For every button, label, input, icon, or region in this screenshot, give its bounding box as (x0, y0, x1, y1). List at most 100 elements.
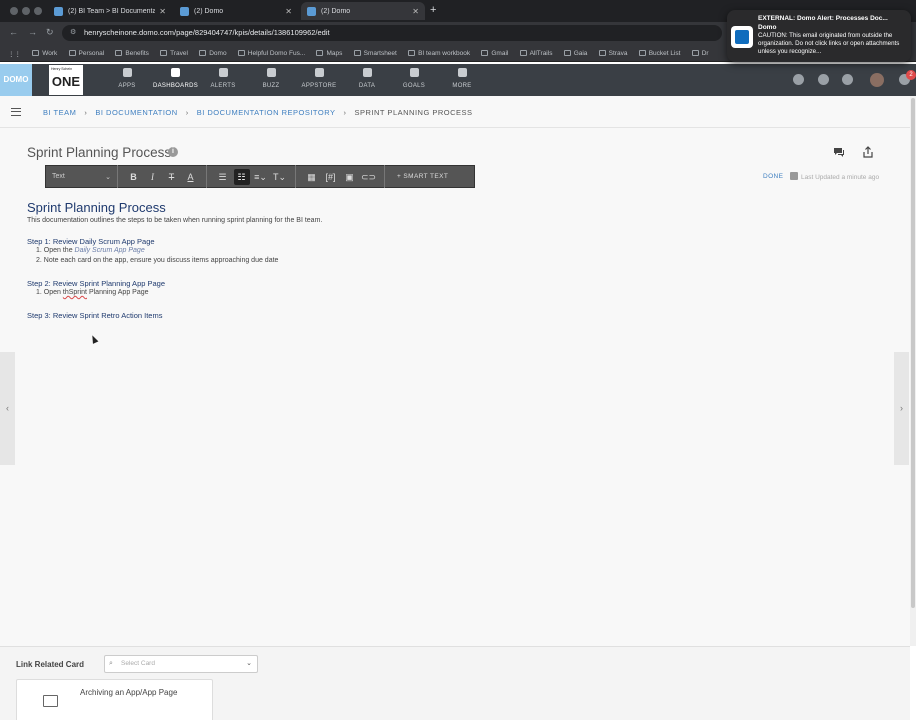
alltrails-icon (519, 50, 527, 56)
bookmark-item[interactable]: Maps (316, 44, 342, 61)
bookmark-item[interactable]: Helpful Domo Fus... (237, 44, 305, 61)
one-logo[interactable]: Henry Schein ONE (49, 65, 83, 95)
bookmark-item[interactable]: Smartsheet (353, 44, 397, 61)
bold-icon[interactable]: B (126, 169, 142, 185)
bulleted-list-icon[interactable]: ☰ (215, 169, 231, 185)
italic-icon[interactable]: I (145, 169, 161, 185)
bookmark-item[interactable]: Personal (68, 44, 104, 61)
chevron-down-icon: ⌄ (246, 660, 252, 667)
share-icon[interactable] (862, 146, 874, 158)
bookmark-item[interactable]: Benefits (115, 44, 149, 61)
reload-icon[interactable]: ↻ (46, 27, 54, 38)
folder-icon (68, 50, 76, 56)
info-icon[interactable]: i (168, 147, 178, 157)
domo-header: DOMO Henry Schein ONE APPS DASHBOARDS AL… (0, 64, 916, 96)
tab-title: (2) Domo (321, 7, 351, 15)
scrollbar-thumb[interactable] (911, 98, 915, 608)
text-color-icon[interactable]: A (183, 169, 199, 185)
bookmark-item[interactable]: Travel (160, 44, 188, 61)
folder-icon (199, 50, 207, 56)
bookmark-item[interactable]: Gaia (563, 44, 587, 61)
comments-icon[interactable] (833, 146, 845, 158)
nav-alerts[interactable]: ALERTS (201, 68, 245, 89)
browser-tab[interactable]: (2) BI Team > BI Documentati ✕ (48, 2, 172, 20)
step-list: 1. Open thSprint Planning App Page (36, 288, 527, 298)
breadcrumb-item[interactable]: BI DOCUMENTATION REPOSITORY (197, 108, 336, 117)
one-logo-subtitle: Henry Schein (51, 67, 73, 71)
link-related-label: Link Related Card (16, 660, 85, 669)
drive-icon (691, 50, 699, 56)
prev-arrow-icon[interactable]: ‹ (0, 352, 15, 465)
bookmark-item[interactable]: Bucket List (638, 44, 680, 61)
nav-goals[interactable]: GOALS (392, 68, 436, 89)
smart-text-button[interactable]: + SMART TEXT (385, 173, 460, 180)
avatar[interactable] (870, 73, 884, 87)
back-icon[interactable]: ← (9, 27, 18, 37)
nav-more[interactable]: MORE (440, 68, 484, 89)
bookmark-item[interactable]: BI team workbook (408, 44, 470, 61)
domo-favicon-icon (307, 6, 316, 16)
browser-tab[interactable]: (2) Domo ✕ (174, 2, 298, 20)
bookmark-item[interactable]: Gmail (481, 44, 508, 61)
new-tab-icon[interactable]: + (430, 4, 436, 16)
breadcrumb-item[interactable]: BI TEAM (43, 108, 76, 117)
breadcrumb: BI TEAM › BI DOCUMENTATION › BI DOCUMENT… (43, 108, 473, 117)
domo-favicon-icon (180, 6, 189, 16)
tab-close-icon[interactable]: ✕ (285, 7, 292, 16)
link-icon[interactable]: ⊂⊃ (361, 169, 377, 185)
bookmark-item[interactable]: Domo (199, 44, 227, 61)
folder-icon (160, 50, 168, 56)
nav-apps[interactable]: APPS (105, 68, 149, 89)
apps-grid-icon[interactable]: ⋮⋮ (8, 45, 21, 61)
email-notification[interactable]: EXTERNAL: Domo Alert: Processes Doc... D… (727, 10, 911, 62)
page-scrollbar[interactable] (910, 96, 916, 646)
nav-buzz[interactable]: BUZZ (249, 68, 293, 89)
table-icon[interactable]: ▦ (304, 169, 320, 185)
text-style-select[interactable]: Text ⌄ (46, 165, 118, 188)
doc-link[interactable]: Daily Scrum App Page (75, 247, 145, 254)
appstore-icon (314, 68, 324, 77)
smartsheet-icon (353, 50, 361, 56)
next-arrow-icon[interactable]: › (894, 352, 909, 465)
window-minimize-dot[interactable] (22, 7, 30, 15)
strava-icon (598, 50, 606, 56)
tab-close-icon[interactable]: ✕ (412, 7, 419, 16)
site-info-icon[interactable]: ⚙ (70, 25, 76, 41)
document-editor[interactable]: Sprint Planning Process This documentati… (27, 200, 527, 320)
alerts-icon (218, 68, 228, 77)
text-size-icon[interactable]: T⌄ (272, 169, 288, 185)
more-icon (457, 68, 467, 77)
tab-close-icon[interactable]: ✕ (159, 7, 166, 16)
address-bar[interactable]: ⚙ henryscheinone.domo.com/page/829404747… (62, 25, 722, 41)
image-icon[interactable]: ▣ (342, 169, 358, 185)
card-icon (43, 695, 58, 707)
add-icon[interactable] (818, 74, 829, 85)
select-card-placeholder: Select Card (121, 660, 155, 667)
notification-title: EXTERNAL: Domo Alert: Processes Doc... (758, 15, 888, 22)
numbered-list-icon[interactable]: ☷ (233, 168, 250, 185)
nav-data[interactable]: DATA (345, 68, 389, 89)
nav-appstore[interactable]: APPSTORE (297, 68, 341, 89)
tab-title: (2) BI Team > BI Documentati (68, 7, 156, 15)
variable-icon[interactable]: [#] (323, 169, 339, 185)
domo-logo[interactable]: DOMO (0, 64, 32, 96)
bookmark-item[interactable]: Dr (691, 44, 709, 61)
bookmark-item[interactable]: AllTrails (519, 44, 552, 61)
strikethrough-icon[interactable]: T (164, 169, 180, 185)
window-zoom-dot[interactable] (34, 7, 42, 15)
menu-icon[interactable] (11, 108, 21, 116)
help-icon[interactable] (842, 74, 853, 85)
bookmark-item[interactable]: Strava (598, 44, 627, 61)
breadcrumb-item[interactable]: BI DOCUMENTATION (95, 108, 177, 117)
done-button[interactable]: DONE (763, 173, 783, 180)
window-close-dot[interactable] (10, 7, 18, 15)
browser-tab-active[interactable]: (2) Domo ✕ (301, 2, 425, 20)
related-cards-footer: Link Related Card ⌕ Select Card ⌄ Archiv… (0, 646, 910, 720)
forward-icon[interactable]: → (28, 27, 37, 37)
bookmark-item[interactable]: Work (32, 44, 57, 61)
related-card[interactable]: Archiving an App/App Page (16, 679, 213, 720)
nav-dashboards[interactable]: DASHBOARDS (153, 68, 198, 89)
search-icon[interactable] (793, 74, 804, 85)
select-card-dropdown[interactable]: ⌕ Select Card ⌄ (104, 655, 258, 673)
align-icon[interactable]: ≡⌄ (253, 169, 269, 185)
